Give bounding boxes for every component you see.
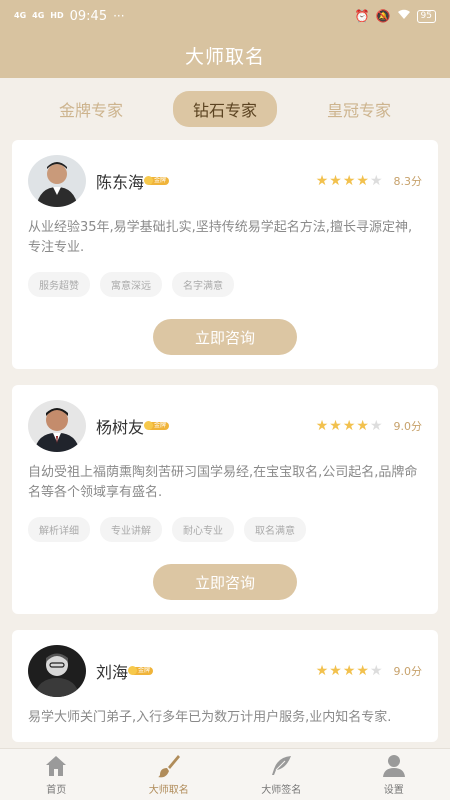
wifi-icon xyxy=(397,9,411,23)
mute-icon: 🔕 xyxy=(375,9,391,23)
name-wrap: 刘海 金牌 xyxy=(96,659,154,683)
signal-icon-1: 4G xyxy=(14,11,27,20)
status-right: ⏰ 🔕 95 xyxy=(355,9,436,23)
master-card[interactable]: 陈东海 金牌 ★★★★★ 8.3分 从业经验35年,易学基础扎实,坚持传统易学起… xyxy=(12,140,438,369)
card-header: 刘海 金牌 ★★★★★ 9.0分 xyxy=(28,644,422,698)
user-icon xyxy=(382,755,405,777)
rating: ★★★★★ 9.0分 xyxy=(316,663,422,679)
nav-master-signature[interactable]: 大师签名 xyxy=(225,749,338,800)
tag-list: 解析详细 专业讲解 耐心专业 取名满意 xyxy=(28,517,422,542)
master-description: 易学大师关门弟子,入行多年已为数万计用户服务,业内知名专家. xyxy=(28,710,392,725)
app-header: 大师取名 xyxy=(0,32,450,78)
avatar[interactable] xyxy=(28,400,86,452)
name-wrap: 陈东海 金牌 xyxy=(96,169,170,193)
more-notifications-icon: ··· xyxy=(113,9,125,23)
master-list: 陈东海 金牌 ★★★★★ 8.3分 从业经验35年,易学基础扎实,坚持传统易学起… xyxy=(0,140,450,742)
page-title: 大师取名 xyxy=(184,45,265,68)
master-name: 杨树友 xyxy=(96,418,145,437)
gold-badge: 金牌 xyxy=(144,421,170,430)
star-rating-icon: ★★★★★ xyxy=(315,418,384,434)
star-rating-icon: ★★★★★ xyxy=(315,663,384,679)
rating: ★★★★★ 8.3分 xyxy=(316,173,422,189)
tag: 专业讲解 xyxy=(100,517,162,542)
status-left: 4G 4G HD 09:45 ··· xyxy=(14,9,125,24)
status-time: 09:45 xyxy=(69,8,108,24)
master-card[interactable]: 刘海 金牌 ★★★★★ 9.0分 易学大师关门弟子,入行多年已为数万计用户服务,… xyxy=(12,630,438,742)
tag: 名字满意 xyxy=(172,272,234,297)
master-name: 陈东海 xyxy=(96,173,145,192)
tab-gold-expert[interactable]: 金牌专家 xyxy=(39,91,143,127)
gold-badge: 金牌 xyxy=(128,666,154,675)
master-description: 从业经验35年,易学基础扎实,坚持传统易学起名方法,擅长寻源定神,专注专业. xyxy=(28,220,413,255)
nav-home[interactable]: 首页 xyxy=(0,749,113,800)
tag: 取名满意 xyxy=(244,517,306,542)
alarm-icon: ⏰ xyxy=(354,9,370,23)
tag-list: 服务超赞 寓意深远 名字满意 xyxy=(28,272,422,297)
rating: ★★★★★ 9.0分 xyxy=(316,418,422,434)
nav-label: 大师签名 xyxy=(261,785,302,796)
feather-icon xyxy=(272,756,292,775)
home-icon xyxy=(46,756,67,776)
consult-button[interactable]: 立即咨询 xyxy=(153,564,297,600)
tab-crown-expert[interactable]: 皇冠专家 xyxy=(307,91,411,127)
bottom-nav: 首页 大师取名 大师签名 设置 xyxy=(0,748,450,800)
brush-icon xyxy=(157,755,180,778)
tag: 耐心专业 xyxy=(172,517,234,542)
score: 9.0分 xyxy=(393,665,423,678)
score: 9.0分 xyxy=(393,420,423,433)
nav-label: 大师取名 xyxy=(148,785,189,796)
card-header: 陈东海 金牌 ★★★★★ 8.3分 xyxy=(28,154,422,208)
name-wrap: 杨树友 金牌 xyxy=(96,414,170,438)
nav-settings[interactable]: 设置 xyxy=(338,749,450,800)
avatar[interactable] xyxy=(28,645,86,697)
master-description: 自幼受祖上福荫熏陶刻苦研习国学易经,在宝宝取名,公司起名,品牌命名等各个领域享有… xyxy=(28,465,418,500)
gold-badge: 金牌 xyxy=(144,176,170,185)
consult-button[interactable]: 立即咨询 xyxy=(153,319,297,355)
nav-label: 设置 xyxy=(383,785,404,796)
master-card[interactable]: 杨树友 金牌 ★★★★★ 9.0分 自幼受祖上福荫熏陶刻苦研习国学易经,在宝宝取… xyxy=(12,385,438,614)
signal-icon-2: 4G xyxy=(32,11,45,20)
expert-tabs: 金牌专家 钻石专家 皇冠专家 xyxy=(0,78,450,140)
nav-label: 首页 xyxy=(46,785,67,796)
tag: 寓意深远 xyxy=(100,272,162,297)
battery-icon: 95 xyxy=(416,9,436,23)
tag: 服务超赞 xyxy=(28,272,90,297)
nav-master-naming[interactable]: 大师取名 xyxy=(113,749,226,800)
avatar[interactable] xyxy=(28,155,86,207)
card-header: 杨树友 金牌 ★★★★★ 9.0分 xyxy=(28,399,422,453)
score: 8.3分 xyxy=(393,175,423,188)
status-bar: 4G 4G HD 09:45 ··· ⏰ 🔕 95 xyxy=(0,0,450,32)
tab-diamond-expert[interactable]: 钻石专家 xyxy=(172,91,277,127)
master-name: 刘海 xyxy=(96,663,129,682)
star-rating-icon: ★★★★★ xyxy=(315,173,384,189)
hd-icon: HD xyxy=(50,11,64,20)
tag: 解析详细 xyxy=(28,517,90,542)
